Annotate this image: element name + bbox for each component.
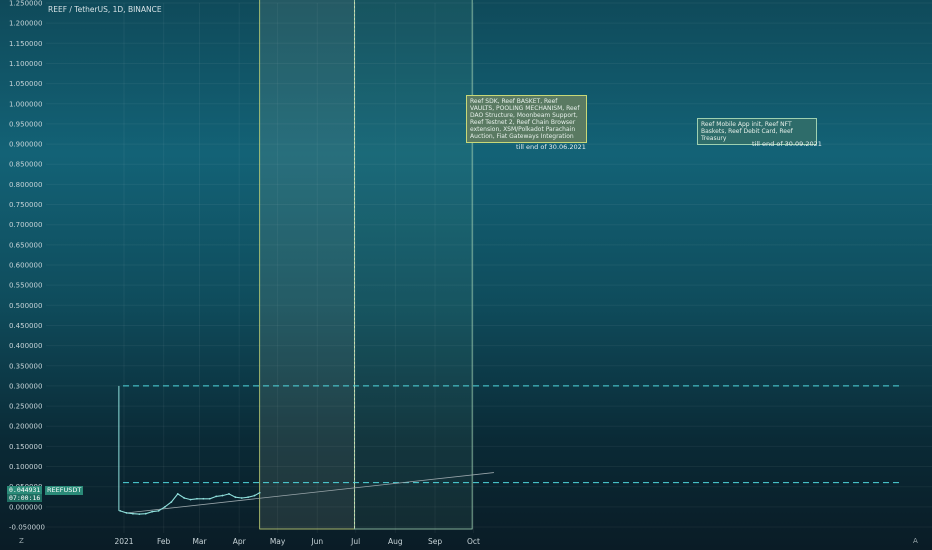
auto-scale-button[interactable]: A [913,537,918,545]
price-point [138,513,141,516]
x-tick-label: Feb [157,537,171,546]
price-chart[interactable]: 1.250000 1.200000 1.150000 1.100000 1.050000… [0,0,932,550]
y-tick-label: 0.600000 [9,262,42,270]
roadmap-zone-q3 [353,0,473,530]
bar-countdown-label: 07:00:16 [7,494,43,502]
price-point [144,512,147,515]
price-point [132,512,134,515]
x-axis: 2021 Feb Mar Apr May Jun Jul Aug Sep Oct [114,537,480,546]
y-tick-label: 1.100000 [9,60,42,68]
y-tick-label: 0.800000 [9,181,42,189]
y-tick-label: 0.950000 [9,120,42,128]
y-tick-label: 0.450000 [9,322,42,330]
price-point [234,496,237,499]
y-tick-label: 0.700000 [9,221,42,229]
price-point [176,493,179,495]
y-tick-label: 0.850000 [9,161,42,169]
price-point [202,497,205,500]
roadmap-caption-q2: till end of 30.06.2021 [516,143,586,151]
price-point [119,509,122,512]
price-point [258,491,261,494]
x-tick-label: Jul [350,537,360,546]
y-tick-label: 1.150000 [9,40,42,48]
price-point [125,511,128,514]
y-tick-label: 0.400000 [9,342,42,350]
x-tick-label: Aug [388,537,403,546]
y-tick-label: 0.200000 [9,423,42,431]
y-tick-label: 0.650000 [9,241,42,249]
y-tick-label: 0.300000 [9,382,42,390]
price-point [215,495,218,498]
y-axis: 1.250000 1.200000 1.150000 1.100000 1.050000… [9,0,45,532]
y-tick-label: 0.900000 [9,141,42,149]
price-point [157,509,160,512]
y-tick-label: 0.750000 [9,201,42,209]
price-point [253,494,256,497]
y-tick-label: 0.100000 [9,463,42,471]
x-tick-label: 2021 [114,537,133,546]
price-point [247,496,250,499]
x-tick-label: Apr [233,537,247,546]
x-tick-label: Sep [428,537,442,546]
roadmap-zones [259,0,473,530]
y-tick-label: 0.350000 [9,362,42,370]
y-tick-label: 0.150000 [9,443,42,451]
roadmap-caption-q3: till end of 30.09.2021 [752,140,822,148]
price-point [208,497,211,500]
x-tick-label: Mar [192,537,207,546]
x-tick-label: Jun [310,537,323,546]
roadmap-note-q2: Reef SDK, Reef BASKET, Reef VAULTS, POOL… [466,95,587,143]
price-point [240,497,243,499]
x-tick-label: May [270,537,286,546]
y-tick-label: 0.000000 [9,503,42,511]
x-tick-label: Oct [467,537,480,546]
price-point [228,493,230,495]
price-point [189,498,192,501]
zoom-toggle-button[interactable]: Z [19,537,24,545]
price-point [221,494,224,497]
y-tick-label: -0.050000 [9,524,45,532]
y-tick-label: 1.200000 [9,20,42,28]
price-point [170,501,173,503]
symbol-tag: REEFUSDT [45,486,84,495]
price-point [183,497,186,499]
y-tick-label: 0.250000 [9,403,42,411]
y-tick-label: 0.550000 [9,282,42,290]
price-point [164,505,166,508]
price-point [196,497,198,500]
y-tick-label: 1.000000 [9,100,42,108]
price-point [151,510,154,513]
y-tick-label: 0.500000 [9,302,42,310]
grid [46,2,932,533]
y-tick-label: 1.050000 [9,80,42,88]
y-tick-label: 1.250000 [9,0,42,8]
chart-title: REEF / TetherUS, 1D, BINANCE [48,5,162,14]
last-price-label: 0.044931 [7,486,43,494]
roadmap-zone-q2 [259,0,355,530]
